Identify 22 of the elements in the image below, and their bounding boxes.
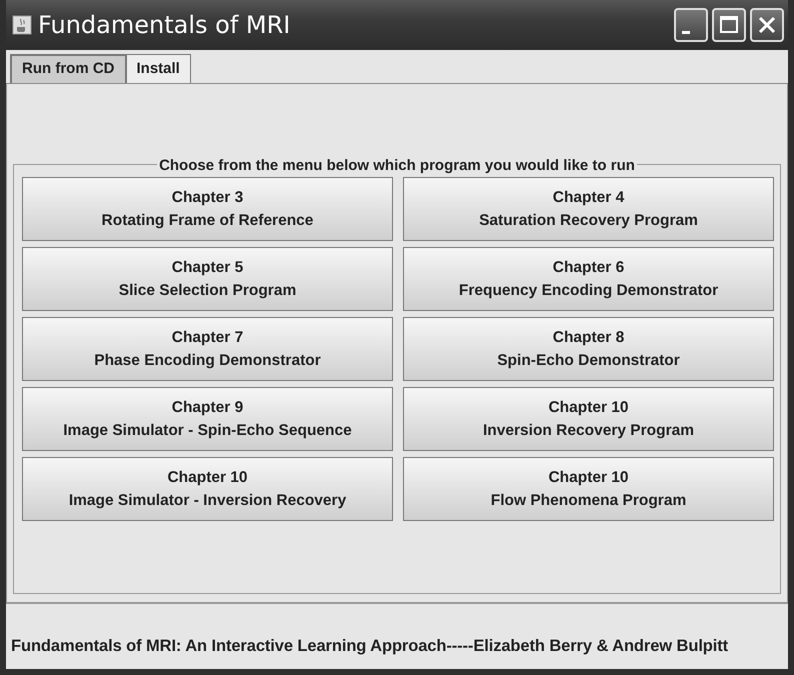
group-legend: Choose from the menu below which program you would like to run — [157, 156, 637, 174]
close-button[interactable] — [750, 8, 784, 42]
program-button[interactable]: Chapter 7 Phase Encoding Demonstrator — [22, 316, 393, 380]
program-button[interactable]: Chapter 10 Inversion Recovery Program — [403, 386, 774, 450]
program-button[interactable]: Chapter 10 Flow Phenomena Program — [403, 456, 774, 520]
program-button[interactable]: Chapter 9 Image Simulator - Spin-Echo Sequence — [22, 386, 393, 450]
credits-text: Fundamentals of MRI: An Interactive Learning Approach-----Elizabeth Berry & Andrew Bulpitt — [11, 636, 728, 658]
window-title: Fundamentals of MRI — [38, 10, 292, 41]
maximize-button[interactable] — [712, 8, 746, 42]
minimize-icon — [682, 30, 690, 34]
minimize-button[interactable] — [674, 8, 708, 42]
program-button[interactable]: Chapter 10 Image Simulator - Inversion Recovery — [22, 456, 393, 520]
maximize-icon — [719, 15, 739, 35]
program-button[interactable]: Chapter 5 Slice Selection Program — [22, 246, 393, 310]
close-icon — [757, 15, 777, 35]
program-button[interactable]: Chapter 6 Frequency Encoding Demonstrator — [403, 246, 774, 310]
program-button[interactable]: Chapter 3 Rotating Frame of Reference — [22, 176, 393, 240]
tab[interactable]: Install — [126, 54, 191, 82]
program-button[interactable]: Chapter 8 Spin-Echo Demonstrator — [403, 316, 774, 380]
program-button[interactable]: Chapter 4 Saturation Recovery Program — [403, 176, 774, 240]
java-cup-icon — [12, 15, 32, 35]
tab[interactable]: Run from CD — [10, 54, 126, 82]
